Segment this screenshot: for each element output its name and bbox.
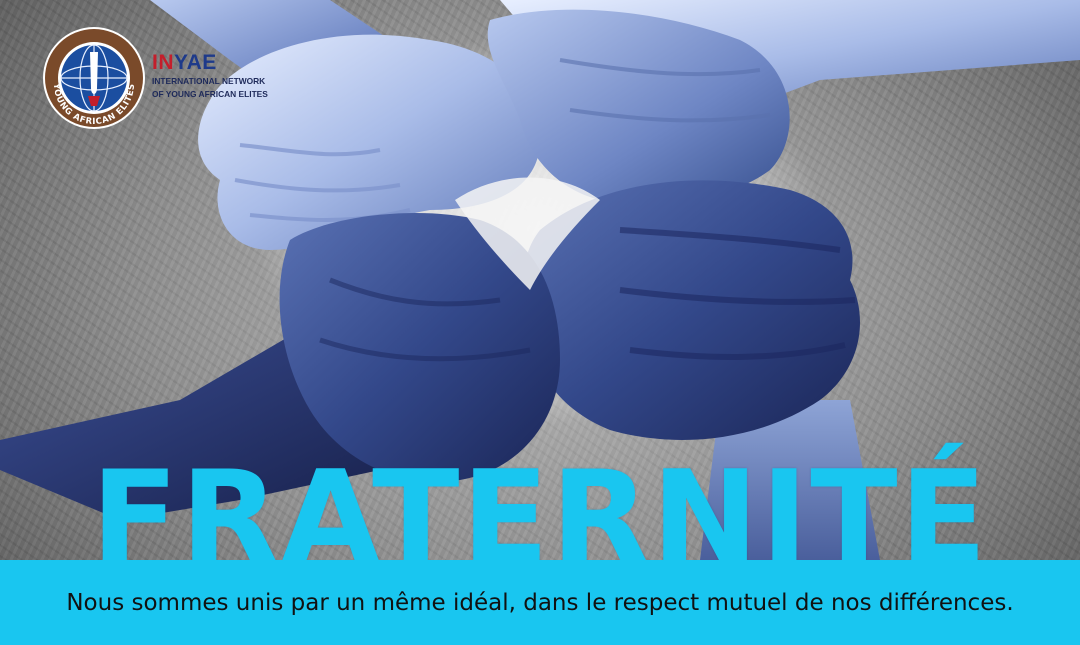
caption-band: Nous sommes unis par un même idéal, dans… bbox=[0, 560, 1080, 645]
caption-text: Nous sommes unis par un même idéal, dans… bbox=[66, 589, 1014, 616]
brand-acronym-blue: YAE bbox=[174, 51, 217, 74]
brand-subtitle-line2: OF YOUNG AFRICAN ELITES bbox=[152, 89, 268, 99]
brand-subtitle-line1: INTERNATIONAL NETWORK bbox=[152, 76, 266, 86]
brand-acronym-red: IN bbox=[152, 51, 174, 74]
brand-block: INYAE INTERNATIONAL NETWORK OF YOUNG AFR… bbox=[152, 52, 268, 99]
brand-acronym: INYAE bbox=[152, 52, 268, 73]
inyae-emblem-logo: YOUNG AFRICAN ELITES bbox=[43, 27, 145, 129]
poster: YOUNG AFRICAN ELITES INYAE INTERNATIONAL… bbox=[0, 0, 1080, 645]
